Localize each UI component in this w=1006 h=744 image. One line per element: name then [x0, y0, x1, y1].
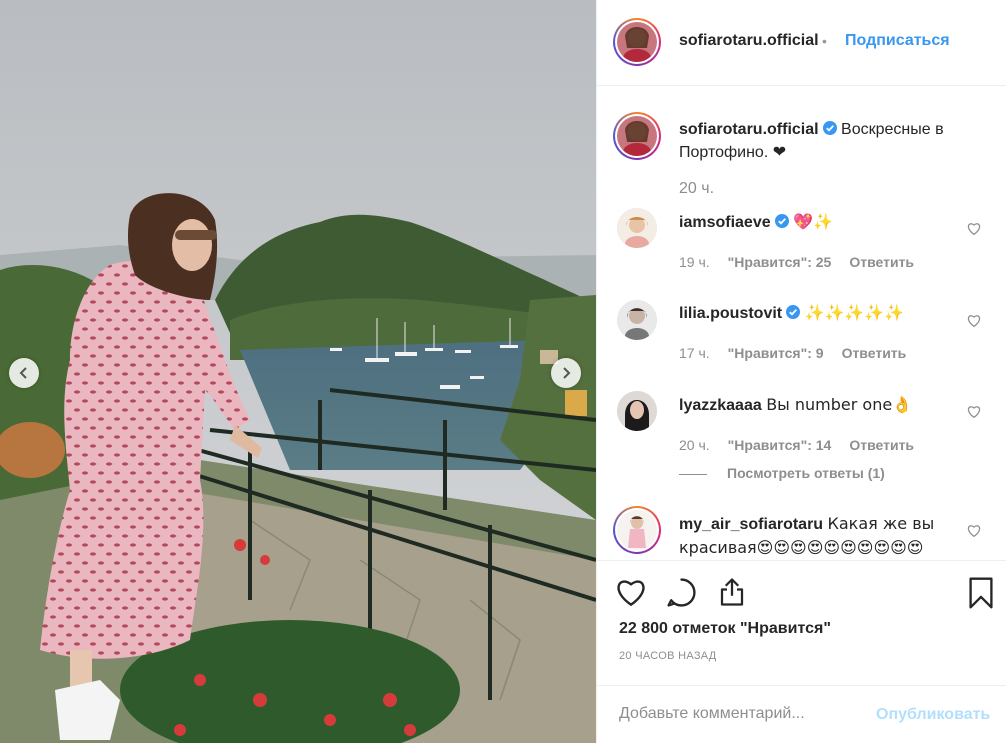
comment-username[interactable]: lyazzkaaaa: [679, 397, 762, 414]
avatar-image: [617, 300, 657, 340]
chevron-left-icon: [19, 367, 27, 379]
reply-button[interactable]: Ответить: [842, 345, 907, 361]
replies-divider: [679, 473, 707, 475]
comment-time: 20 ч.: [679, 437, 710, 453]
author-username[interactable]: sofiarotaru.official: [679, 32, 819, 50]
photo-image: [0, 0, 596, 743]
reply-button[interactable]: Ответить: [849, 437, 914, 453]
chevron-right-icon: [563, 367, 571, 379]
header-separator: •: [822, 33, 827, 49]
likes-count[interactable]: 22 800 отметок "Нравится": [619, 620, 831, 638]
view-replies-button[interactable]: Посмотреть ответы (1): [679, 465, 885, 481]
comment-like-count[interactable]: "Нравится": 9: [728, 345, 824, 361]
comment-meta: 17 ч. "Нравится": 9 Ответить: [679, 345, 906, 361]
action-bar: [597, 560, 1006, 609]
comment-text: 💖✨: [793, 212, 833, 231]
comment-like-count[interactable]: "Нравится": 14: [728, 437, 832, 453]
comment-username[interactable]: iamsofiaeve: [679, 214, 771, 231]
comment-time: 17 ч.: [679, 345, 710, 361]
follow-button[interactable]: Подписаться: [845, 32, 950, 50]
next-photo-button[interactable]: [551, 358, 581, 388]
post-photo[interactable]: [0, 0, 596, 743]
comment-4: my_air_sofiarotaru Какая же вы красивая😍…: [679, 512, 959, 560]
comment-like-count[interactable]: "Нравится": 25: [728, 254, 832, 270]
post-caption: sofiarotaru.official Воскресные в Портоф…: [679, 118, 979, 164]
caption-time: 20 ч.: [679, 180, 715, 197]
post-header: sofiarotaru.official • Подписаться: [597, 0, 1006, 86]
comment-1: iamsofiaeve 💖✨: [679, 210, 959, 234]
comment-username[interactable]: my_air_sofiarotaru: [679, 516, 823, 533]
comment-avatar[interactable]: [613, 506, 661, 554]
comment-icon[interactable]: [666, 577, 697, 608]
reply-button[interactable]: Ответить: [849, 254, 914, 270]
view-replies-label: Посмотреть ответы (1): [727, 465, 885, 481]
comment-avatar[interactable]: [617, 300, 657, 340]
like-comment-heart-icon[interactable]: [967, 222, 981, 235]
post-time-ago: 20 ЧАСОВ НАЗАД: [619, 650, 717, 662]
comment-meta: 20 ч. "Нравится": 14 Ответить: [679, 437, 914, 453]
like-comment-heart-icon[interactable]: [967, 314, 981, 327]
comment-avatar[interactable]: [617, 208, 657, 248]
caption-avatar[interactable]: [613, 112, 661, 160]
heart-icon[interactable]: [615, 577, 647, 607]
verified-badge-icon: [786, 305, 801, 319]
avatar-image: [617, 22, 657, 62]
add-comment-bar: Опубликовать: [597, 685, 1006, 744]
post-panel: sofiarotaru.official • Подписаться sofia…: [596, 0, 1006, 743]
author-avatar[interactable]: [613, 18, 661, 66]
comment-avatar[interactable]: [617, 391, 657, 431]
comment-2: lilia.poustovit ✨✨✨✨✨: [679, 301, 959, 325]
comment-time: 19 ч.: [679, 254, 710, 270]
previous-photo-button[interactable]: [9, 358, 39, 388]
like-comment-heart-icon[interactable]: [967, 405, 981, 418]
avatar-image: [617, 208, 657, 248]
verified-badge-icon: [774, 214, 789, 228]
verified-badge-icon: [822, 121, 837, 135]
bookmark-icon[interactable]: [968, 577, 994, 609]
caption-username[interactable]: sofiarotaru.official: [679, 121, 819, 138]
avatar-image: [617, 391, 657, 431]
avatar-image: [617, 116, 657, 156]
avatar-image: [617, 510, 657, 550]
comment-3: lyazzkaaaa Вы number one👌: [679, 393, 959, 417]
comment-username[interactable]: lilia.poustovit: [679, 305, 782, 322]
comment-input[interactable]: [617, 704, 861, 724]
like-comment-heart-icon[interactable]: [967, 524, 981, 537]
publish-button[interactable]: Опубликовать: [876, 706, 990, 724]
share-icon[interactable]: [717, 577, 747, 607]
comment-meta: 19 ч. "Нравится": 25 Ответить: [679, 254, 914, 270]
comment-text: ✨✨✨✨✨: [804, 303, 905, 322]
comment-text: Вы number one👌: [766, 395, 913, 414]
